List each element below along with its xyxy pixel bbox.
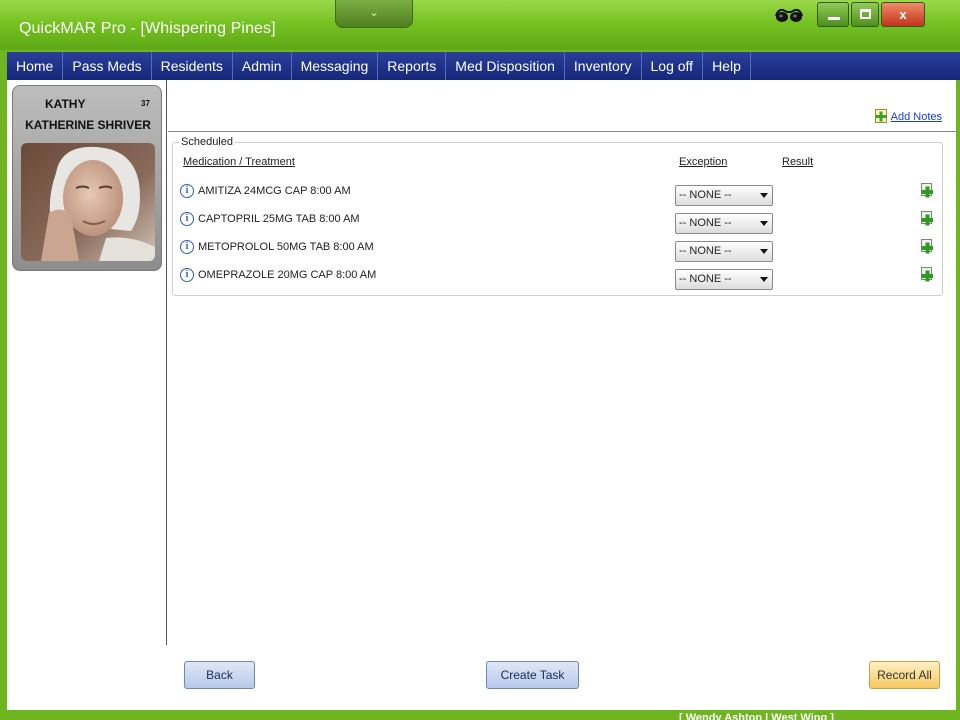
exception-dropdown[interactable]: -- NONE -- — [675, 213, 773, 234]
menu-item-admin[interactable]: Admin — [233, 52, 292, 80]
reading-glasses-icon[interactable] — [774, 6, 804, 24]
exception-selected-value: -- NONE -- — [679, 273, 732, 285]
medication-row: i CAPTOPRIL 25MG TAB 8:00 AM -- NONE -- — [173, 211, 944, 235]
main-content: KATHY 37 KATHERINE SHRIVER Add Notes Sch… — [7, 80, 956, 710]
record-all-button[interactable]: Record All — [869, 661, 940, 689]
info-icon[interactable]: i — [180, 240, 194, 254]
chevron-down-icon: ⌄ — [368, 5, 380, 19]
medication-row: i OMEPRAZOLE 20MG CAP 8:00 AM -- NONE -- — [173, 267, 944, 291]
resident-card[interactable]: KATHY 37 KATHERINE SHRIVER — [12, 85, 162, 271]
header-divider — [168, 131, 956, 132]
menu-item-med-disposition[interactable]: Med Disposition — [446, 52, 565, 80]
dropdown-arrow-icon — [760, 193, 768, 198]
menu-item-inventory[interactable]: Inventory — [565, 52, 642, 80]
column-header-result[interactable]: Result — [782, 156, 813, 168]
close-button[interactable]: x — [881, 2, 925, 27]
dropdown-arrow-icon — [760, 277, 768, 282]
medication-panel: Add Notes Scheduled Medication / Treatme… — [168, 80, 956, 645]
minimize-button[interactable] — [817, 2, 849, 27]
exception-selected-value: -- NONE -- — [679, 217, 732, 229]
medication-row: i AMITIZA 24MCG CAP 8:00 AM -- NONE -- — [173, 183, 944, 207]
exception-dropdown[interactable]: -- NONE -- — [675, 241, 773, 262]
resident-sidebar: KATHY 37 KATHERINE SHRIVER — [7, 80, 167, 645]
menu-item-log-off[interactable]: Log off — [642, 52, 704, 80]
title-bar: QuickMAR Pro - [Whispering Pines] ⌄ x — [0, 0, 960, 50]
exception-selected-value: -- NONE -- — [679, 189, 732, 201]
add-result-icon[interactable] — [920, 183, 934, 199]
scheduled-group: Scheduled Medication / Treatment Excepti… — [172, 136, 944, 296]
exception-selected-value: -- NONE -- — [679, 245, 732, 257]
add-notes-link[interactable]: Add Notes — [874, 109, 942, 124]
resident-room-number: 37 — [141, 99, 150, 108]
maximize-button[interactable] — [851, 2, 879, 27]
add-result-icon[interactable] — [920, 267, 934, 283]
minimize-icon — [828, 17, 840, 20]
menu-item-home[interactable]: Home — [7, 52, 64, 80]
menu-item-residents[interactable]: Residents — [152, 52, 233, 80]
medication-name: AMITIZA 24MCG CAP 8:00 AM — [198, 185, 351, 197]
back-button[interactable]: Back — [184, 661, 255, 689]
create-task-button[interactable]: Create Task — [486, 661, 579, 689]
exception-dropdown[interactable]: -- NONE -- — [675, 185, 773, 206]
menu-item-reports[interactable]: Reports — [378, 52, 447, 80]
resident-first-name: KATHY — [45, 97, 86, 111]
medication-name: METOPROLOL 50MG TAB 8:00 AM — [198, 241, 374, 253]
medication-name: CAPTOPRIL 25MG TAB 8:00 AM — [198, 213, 360, 225]
column-header-exception[interactable]: Exception — [679, 156, 727, 168]
maximize-icon — [860, 9, 871, 19]
add-notes-label: Add Notes — [890, 110, 942, 123]
close-icon: x — [899, 7, 907, 22]
info-icon[interactable]: i — [180, 268, 194, 282]
scheduled-legend: Scheduled — [179, 136, 235, 148]
add-note-icon — [874, 109, 887, 123]
menu-bar: Home Pass Meds Residents Admin Messaging… — [7, 52, 960, 80]
add-result-icon[interactable] — [920, 211, 934, 227]
window-title: QuickMAR Pro - [Whispering Pines] — [19, 20, 276, 37]
resident-photo — [21, 143, 155, 261]
medication-name: OMEPRAZOLE 20MG CAP 8:00 AM — [198, 269, 377, 281]
status-user-location: [ Wendy Ashton | West Wing ] — [679, 712, 834, 720]
collapse-tab-button[interactable]: ⌄ — [335, 0, 413, 28]
info-icon[interactable]: i — [180, 212, 194, 226]
exception-dropdown[interactable]: -- NONE -- — [675, 269, 773, 290]
info-icon[interactable]: i — [180, 184, 194, 198]
dropdown-arrow-icon — [760, 221, 768, 226]
window-controls: x — [817, 2, 927, 30]
resident-full-name: KATHERINE SHRIVER — [25, 118, 151, 132]
dropdown-arrow-icon — [760, 249, 768, 254]
menu-item-pass-meds[interactable]: Pass Meds — [63, 52, 152, 80]
column-header-medication[interactable]: Medication / Treatment — [183, 156, 295, 168]
add-result-icon[interactable] — [920, 239, 934, 255]
menu-item-help[interactable]: Help — [703, 52, 751, 80]
medication-row: i METOPROLOL 50MG TAB 8:00 AM -- NONE -- — [173, 239, 944, 263]
menu-item-messaging[interactable]: Messaging — [292, 52, 379, 80]
